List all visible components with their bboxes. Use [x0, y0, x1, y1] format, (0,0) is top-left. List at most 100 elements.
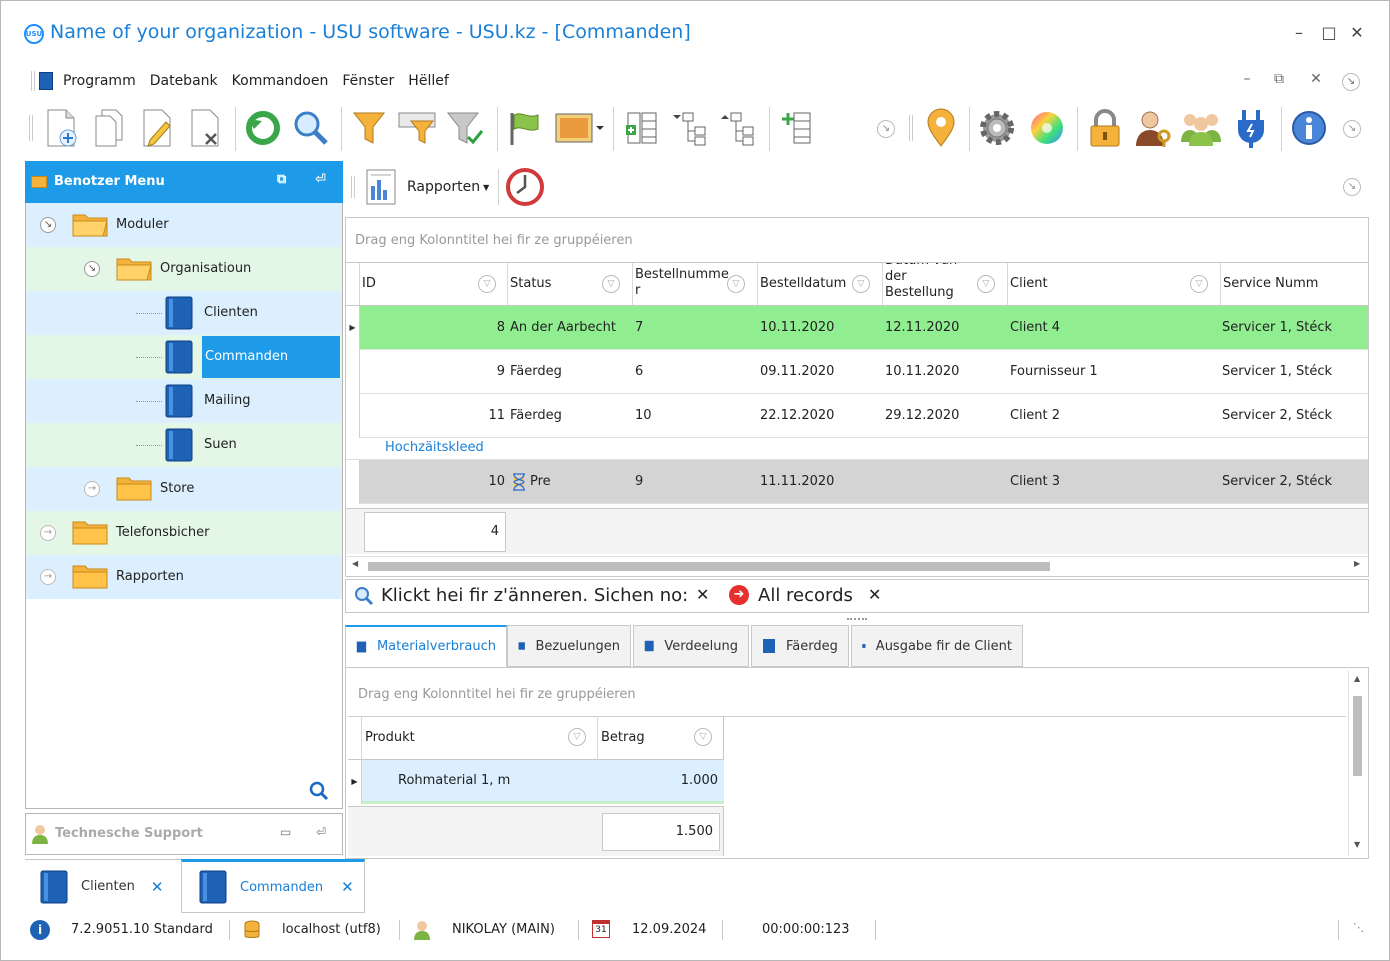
filter-bar[interactable]: Klickt hei fir z'änneren. Sichen no: ✕ ➜…: [345, 579, 1369, 613]
close-tab-icon[interactable]: ✕: [151, 878, 164, 896]
expand-node-icon[interactable]: →: [40, 569, 56, 585]
collapse-node-icon[interactable]: ↘: [84, 261, 100, 277]
resize-grip-icon[interactable]: ⋱: [1353, 921, 1364, 934]
expand-node-icon[interactable]: →: [40, 525, 56, 541]
flag-icon[interactable]: [503, 104, 547, 152]
reports-button[interactable]: Rapporten ▼: [365, 167, 489, 207]
column-header-betrag[interactable]: Betrag ▽: [598, 716, 724, 760]
close-icon[interactable]: ✕: [1347, 23, 1367, 42]
copy-document-icon[interactable]: [87, 104, 131, 152]
pin-icon[interactable]: ⏎: [315, 172, 326, 187]
tree-node-moduler[interactable]: ↘ Moduler: [26, 203, 342, 247]
collapse-node-icon[interactable]: ↘: [40, 217, 56, 233]
menu-kommandoen[interactable]: Kommandoen: [225, 73, 336, 89]
filter-icon[interactable]: ▽: [568, 728, 586, 746]
close-tab-icon[interactable]: ✕: [341, 878, 354, 896]
users-group-icon[interactable]: [1179, 104, 1223, 152]
filter-value[interactable]: All records: [758, 585, 853, 606]
tree-search-icon[interactable]: [309, 781, 329, 805]
chevron-down-icon[interactable]: ↘: [877, 120, 895, 138]
scroll-right-icon[interactable]: ▶: [1354, 559, 1360, 568]
tree-node-store[interactable]: → Store: [26, 467, 342, 511]
tree-expand-icon[interactable]: [715, 104, 759, 152]
maximize-icon[interactable]: □: [1319, 23, 1339, 42]
scroll-down-icon[interactable]: ▼: [1354, 840, 1360, 849]
tab-materialverbrauch[interactable]: Materialverbrauch: [345, 625, 507, 667]
plug-icon[interactable]: [1229, 104, 1273, 152]
tree-node-rapporten[interactable]: → Rapporten: [26, 555, 342, 599]
search-icon[interactable]: [289, 104, 333, 152]
scroll-thumb[interactable]: [1353, 696, 1362, 776]
column-header-status[interactable]: Status ▽: [508, 263, 633, 305]
mdi-close-icon[interactable]: ✕: [1306, 71, 1326, 87]
doc-tab-clienten[interactable]: Clienten ✕: [25, 859, 181, 913]
group-row[interactable]: Hochzäitskleed: [346, 438, 1368, 460]
mdi-restore-icon[interactable]: ⧉: [1269, 71, 1289, 87]
tree-node-commanden[interactable]: Commanden: [26, 335, 342, 379]
filter-icon[interactable]: ▽: [977, 275, 995, 293]
clock-icon[interactable]: [505, 167, 545, 211]
delete-document-icon[interactable]: [183, 104, 227, 152]
edit-document-icon[interactable]: [135, 104, 179, 152]
column-header-order-date[interactable]: Bestelldatum ▽: [758, 263, 883, 305]
settings-icon[interactable]: [975, 104, 1019, 152]
column-header-service[interactable]: Service Numm: [1221, 263, 1368, 305]
filter-icon[interactable]: ▽: [852, 275, 870, 293]
table-row[interactable]: 9 Fäerdeg 6 09.11.2020 10.11.2020 Fourni…: [360, 350, 1368, 394]
tree-node-organisatioun[interactable]: ↘ Organisatioun: [26, 247, 342, 291]
filter-clear-icon[interactable]: [443, 104, 487, 152]
tab-faerdeg[interactable]: Fäerdeg: [751, 625, 849, 667]
color-wheel-icon[interactable]: [1025, 104, 1069, 152]
menu-programm[interactable]: Programm: [56, 73, 143, 89]
filter-icon[interactable]: ▽: [602, 275, 620, 293]
column-header-order-number[interactable]: Bestellnumme r ▽: [633, 263, 758, 305]
pin-icon[interactable]: ⏎: [316, 825, 326, 839]
filter-icon[interactable]: ▽: [694, 728, 712, 746]
scroll-thumb[interactable]: [368, 562, 1050, 571]
chevron-down-icon[interactable]: ↘: [1342, 73, 1360, 91]
scroll-left-icon[interactable]: ◀: [352, 559, 358, 568]
menu-hellef[interactable]: Hëllef: [401, 73, 455, 89]
refresh-icon[interactable]: [241, 104, 285, 152]
tree-collapse-icon[interactable]: [667, 104, 711, 152]
clear-filter-icon[interactable]: ✕: [868, 585, 881, 604]
picture-icon[interactable]: [551, 104, 607, 152]
minimize-icon[interactable]: –: [1289, 23, 1309, 42]
info-icon[interactable]: [1287, 104, 1331, 152]
filter-icon[interactable]: ▽: [727, 275, 745, 293]
tab-ausgabe-fir-de-client[interactable]: Ausgabe fir de Client: [851, 625, 1023, 667]
user-key-icon[interactable]: [1131, 104, 1175, 152]
mdi-minimize-icon[interactable]: –: [1237, 71, 1257, 87]
doc-tab-commanden[interactable]: Commanden ✕: [181, 859, 365, 913]
column-header-produkt[interactable]: Produkt ▽: [362, 716, 598, 760]
add-document-icon[interactable]: [39, 104, 83, 152]
tab-verdeelung[interactable]: Verdeelung: [633, 625, 749, 667]
expand-node-icon[interactable]: →: [84, 481, 100, 497]
horizontal-scrollbar[interactable]: ◀ ▶: [346, 556, 1368, 576]
tree-node-clienten[interactable]: Clienten: [26, 291, 342, 335]
tab-bezuelungen[interactable]: Bezuelungen: [507, 625, 631, 667]
tree-node-suen[interactable]: Suen: [26, 423, 342, 467]
column-header-id[interactable]: ID ▽: [360, 263, 508, 305]
tree-node-telefonsbicher[interactable]: → Telefonsbicher: [26, 511, 342, 555]
chevron-down-icon[interactable]: ↘: [1343, 120, 1361, 138]
filter-icon[interactable]: ▽: [478, 275, 496, 293]
chevron-down-icon[interactable]: ↘: [1343, 178, 1361, 196]
table-row[interactable]: 11 Fäerdeg 10 22.12.2020 29.12.2020 Clie…: [360, 394, 1368, 438]
expand-rows-icon[interactable]: [619, 104, 663, 152]
location-pin-icon[interactable]: [919, 104, 963, 152]
lock-icon[interactable]: [1083, 104, 1127, 152]
filter-edit-text[interactable]: Klickt hei fir z'änneren. Sichen no:: [381, 585, 688, 606]
vertical-scrollbar[interactable]: ▲ ▼: [1348, 670, 1366, 856]
clear-search-icon[interactable]: ✕: [696, 585, 709, 604]
menu-fenster[interactable]: Fënster: [335, 73, 401, 89]
menu-datebank[interactable]: Datebank: [143, 73, 225, 89]
filter-icon[interactable]: [347, 104, 391, 152]
float-panel-icon[interactable]: ⧉: [277, 172, 286, 187]
splitter-handle[interactable]: [847, 618, 867, 620]
table-row[interactable]: 8 An der Aarbecht 7 10.11.2020 12.11.202…: [360, 306, 1368, 350]
tree-node-mailing[interactable]: Mailing: [26, 379, 342, 423]
column-header-client[interactable]: Client ▽: [1008, 263, 1221, 305]
table-row[interactable]: Rohmaterial 1, m 1.000: [362, 760, 724, 804]
add-column-icon[interactable]: [775, 104, 819, 152]
